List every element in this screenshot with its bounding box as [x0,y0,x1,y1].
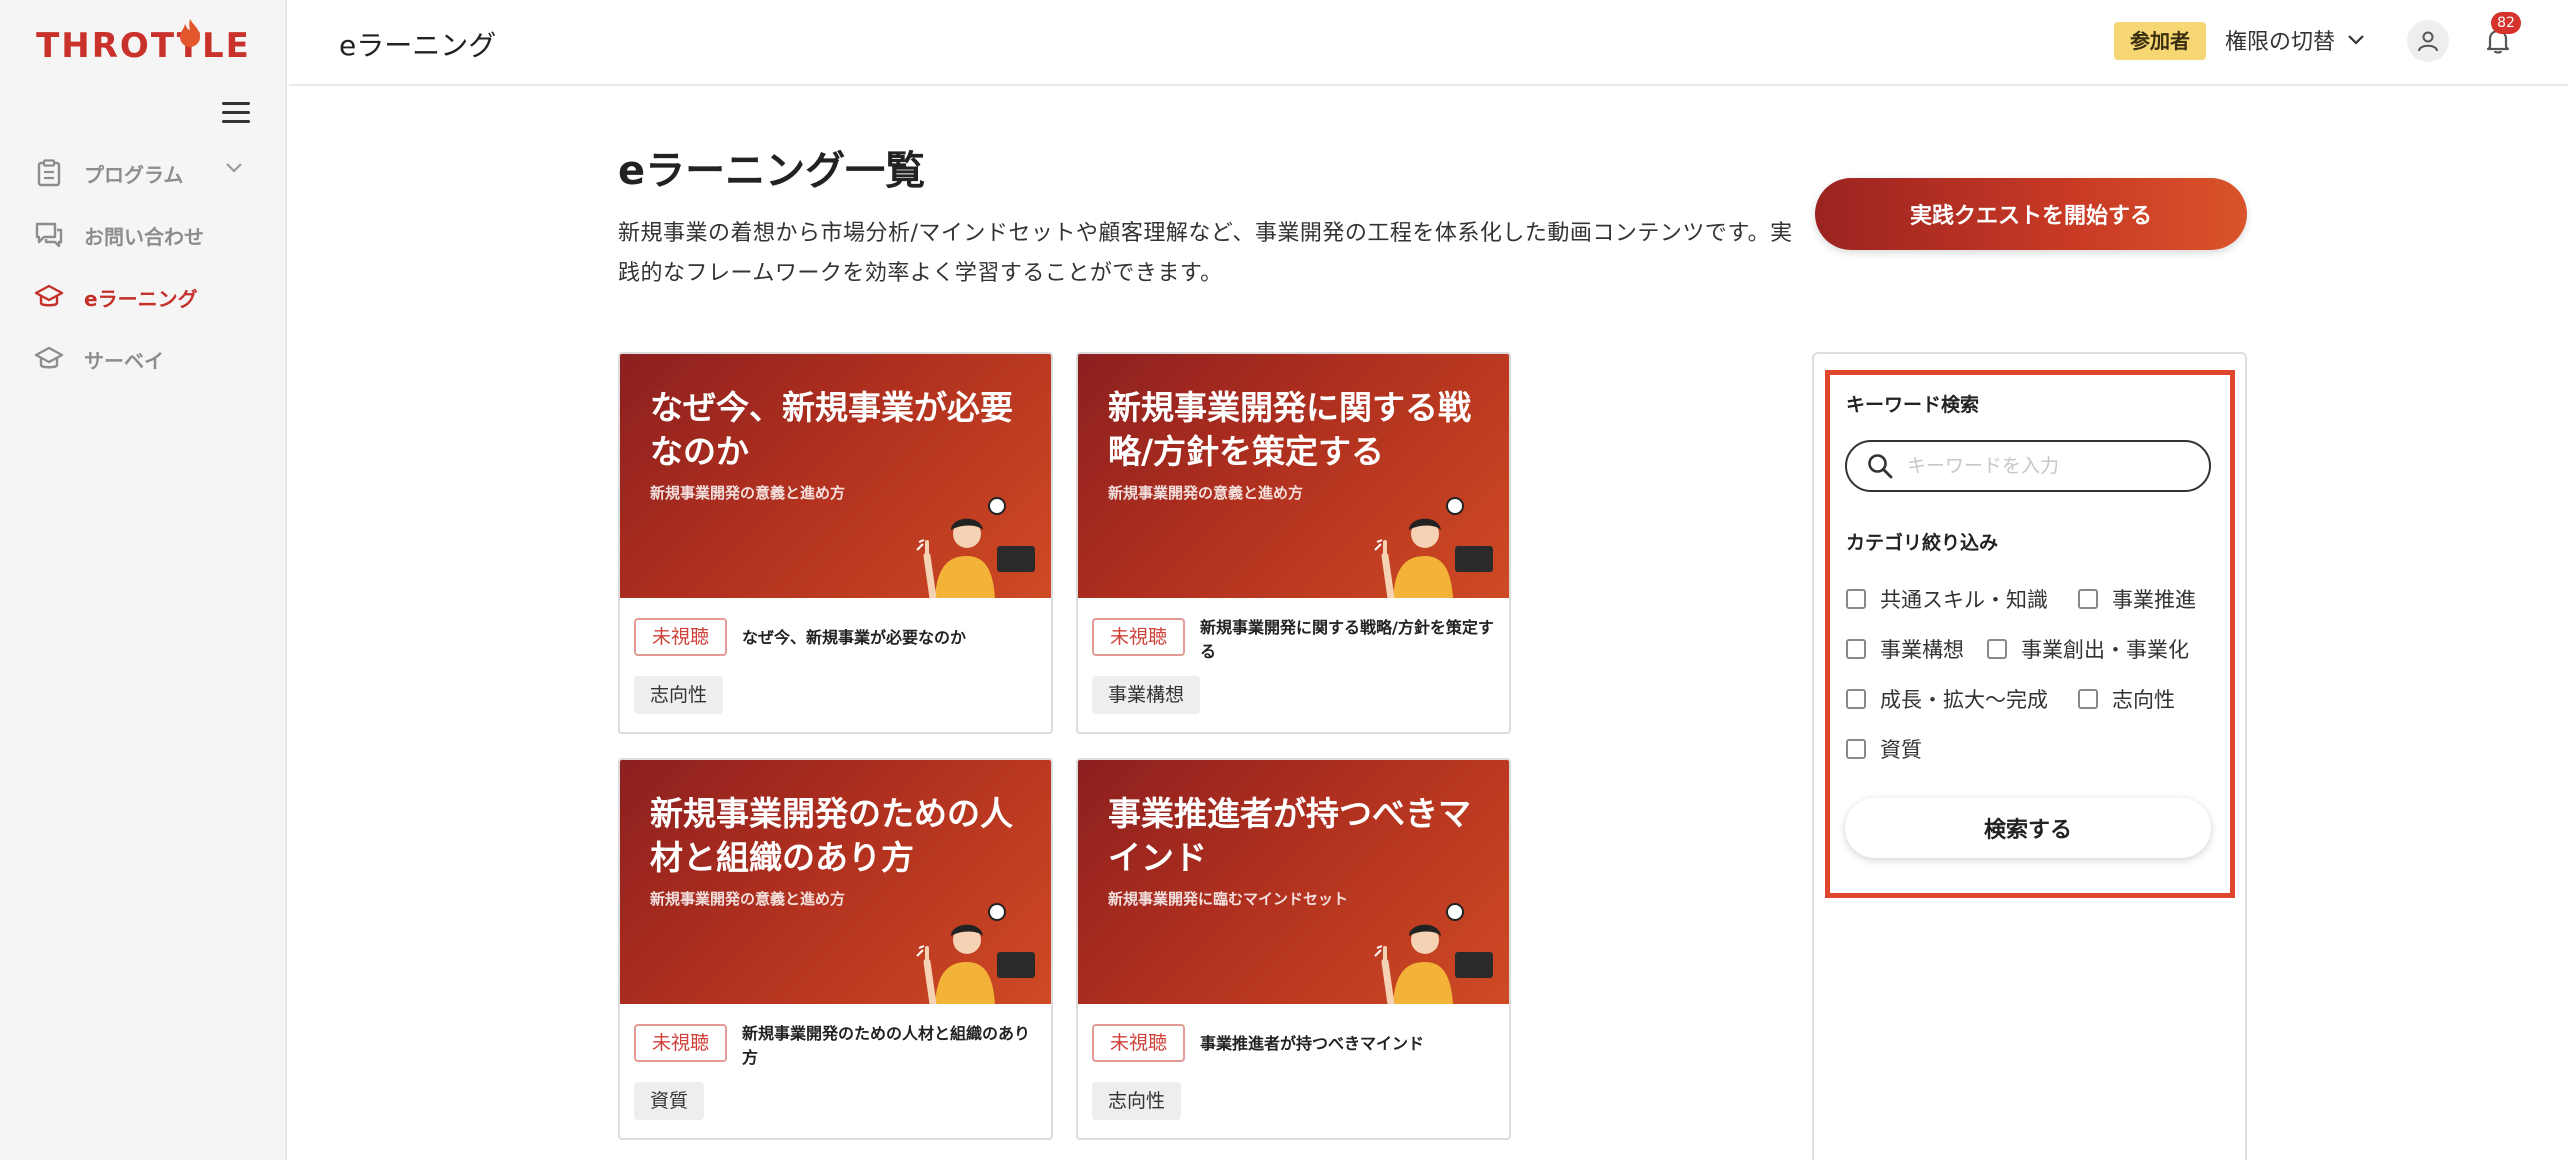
graduation-cap-icon [34,282,64,312]
keyword-input[interactable] [1907,455,2197,477]
category-checkbox[interactable]: 資質 [1846,734,1922,764]
status-badge: 未視聴 [1092,1024,1186,1062]
thumbnail-subtitle: 新規事業開発の意義と進め方 [650,484,846,502]
thumbnail-subtitle: 新規事業開発に臨むマインドセット [1108,890,1349,908]
category-tag: 志向性 [634,676,724,714]
category-checkbox[interactable]: 共通スキル・知識 [1846,584,2048,614]
thumbnail-title: 新規事業開発のための人材と組織のあり方 [650,794,1013,877]
page-description: 新規事業の着想から市場分析/マインドセットや顧客理解など、事業開発の工程を体系化… [618,221,1793,286]
sidebar-item-label: サーベイ [84,348,164,373]
chat-icon [34,220,64,250]
checkbox-box[interactable] [2078,589,2098,609]
checkbox-box[interactable] [1846,689,1866,709]
keyword-search-label: キーワード検索 [1846,394,1980,416]
person-illustration-icon [916,497,1035,598]
top-header: eラーニング 参加者 権限の切替 82 [289,0,2568,86]
course-card[interactable]: 新規事業開発のための人材と組織のあり方 新規事業開発の意義と進め方 未視聴 新規… [618,758,1053,1140]
status-badge: 未視聴 [1092,618,1186,656]
course-card[interactable]: 新規事業開発に関する戦略/方針を策定する 新規事業開発の意義と進め方 未視聴 新… [1076,352,1511,734]
role-switch-label: 権限の切替 [2225,30,2336,55]
menu-toggle-icon[interactable] [222,102,250,124]
clipboard-icon [34,158,64,188]
card-body: 未視聴 新規事業開発に関する戦略/方針を策定する 事業構想 [1078,598,1509,732]
role-badge: 参加者 [2114,22,2206,60]
category-checkbox[interactable]: 事業創出・事業化 [1987,634,2189,664]
card-thumbnail: 事業推進者が持つべきマインド 新規事業開発に臨むマインドセット [1078,760,1509,1004]
sidebar-item-survey[interactable]: サーベイ [0,328,287,390]
graduation-cap-icon [34,344,64,374]
start-quest-button[interactable]: 実践クエストを開始する [1815,178,2247,250]
thumbnail-title: 事業推進者が持つべきマインド [1108,794,1471,877]
category-checkbox[interactable]: 事業構想 [1846,634,1964,664]
avatar[interactable] [2407,20,2449,62]
status-badge: 未視聴 [634,618,728,656]
category-tag: 志向性 [1092,1082,1182,1120]
thumbnail-subtitle: 新規事業開発の意義と進め方 [1108,484,1304,502]
checkbox-label: 事業推進 [2112,588,2196,612]
checkbox-label: 志向性 [2112,688,2175,712]
sidebar-item-contact[interactable]: お問い合わせ [0,204,287,266]
category-checkbox[interactable]: 成長・拡大〜完成 [1846,684,2048,714]
notification-count-badge: 82 [2491,12,2521,34]
category-checkbox[interactable]: 志向性 [2078,684,2175,714]
person-illustration-icon [1374,903,1493,1004]
checkbox-box[interactable] [2078,689,2098,709]
keyword-search-box[interactable] [1845,440,2211,492]
page-title: eラーニング一覧 [618,148,926,194]
course-card[interactable]: 事業推進者が持つべきマインド 新規事業開発に臨むマインドセット 未視聴 事業推進… [1076,758,1511,1140]
card-title: なぜ今、新規事業が必要なのか [742,628,967,647]
logo-text: THROTTLE [36,26,251,66]
card-title: 事業推進者が持つべきマインド [1200,1034,1425,1053]
card-title: 新規事業開発に関する戦略/方針を策定する [1200,618,1494,661]
card-thumbnail: なぜ今、新規事業が必要なのか 新規事業開発の意義と進め方 [620,354,1051,598]
category-filter-label: カテゴリ絞り込み [1846,532,1999,554]
card-body: 未視聴 新規事業開発のための人材と組織のあり方 資質 [620,1004,1051,1138]
checkbox-box[interactable] [1846,639,1866,659]
checkbox-box[interactable] [1987,639,2007,659]
person-illustration-icon [916,903,1035,1004]
card-thumbnail: 新規事業開発のための人材と組織のあり方 新規事業開発の意義と進め方 [620,760,1051,1004]
sidebar-item-label: eラーニング [84,286,198,311]
person-illustration-icon [1374,497,1493,598]
status-badge: 未視聴 [634,1024,728,1062]
sidebar-item-elearning[interactable]: eラーニング [0,266,287,328]
sidebar-nav: プログラム お問い合わせ eラーニング サーベイ [0,142,287,390]
category-checkbox[interactable]: 事業推進 [2078,584,2196,614]
category-tag: 資質 [634,1082,705,1120]
category-tag: 事業構想 [1092,676,1201,714]
checkbox-box[interactable] [1846,589,1866,609]
thumbnail-title: 新規事業開発に関する戦略/方針を策定する [1108,388,1471,471]
checkbox-label: 共通スキル・知識 [1880,588,2048,612]
card-title: 新規事業開発のための人材と組織のあり方 [742,1024,1031,1067]
search-button[interactable]: 検索する [1845,798,2211,858]
checkbox-label: 事業創出・事業化 [2021,638,2189,662]
card-body: 未視聴 事業推進者が持つべきマインド 志向性 [1078,1004,1509,1138]
header-title: eラーニング [339,29,497,62]
checkbox-label: 事業構想 [1880,638,1964,662]
logo[interactable]: THROTTLE [0,19,287,66]
sidebar-item-program[interactable]: プログラム [0,142,287,204]
card-thumbnail: 新規事業開発に関する戦略/方針を策定する 新規事業開発の意義と進め方 [1078,354,1509,598]
card-body: 未視聴 なぜ今、新規事業が必要なのか 志向性 [620,598,1051,732]
thumbnail-subtitle: 新規事業開発の意義と進め方 [650,890,846,908]
flame-icon [180,19,200,47]
sidebar: THROTTLE プログラム お問い合わせ eラーニング サーベイ [0,0,287,1160]
sidebar-item-label: お問い合わせ [84,224,204,249]
thumbnail-title: なぜ今、新規事業が必要なのか [650,388,1013,471]
checkbox-label: 資質 [1880,738,1922,762]
role-switch-dropdown[interactable]: 権限の切替 [2225,24,2365,56]
chevron-down-icon [226,163,242,173]
user-icon [2418,31,2438,52]
checkbox-box[interactable] [1846,739,1866,759]
course-card[interactable]: なぜ今、新規事業が必要なのか 新規事業開発の意義と進め方 未視聴 なぜ今、新規事… [618,352,1053,734]
chevron-down-icon [2348,35,2364,45]
sidebar-item-label: プログラム [84,162,184,187]
search-icon [1868,454,1893,479]
checkbox-label: 成長・拡大〜完成 [1880,688,2048,712]
